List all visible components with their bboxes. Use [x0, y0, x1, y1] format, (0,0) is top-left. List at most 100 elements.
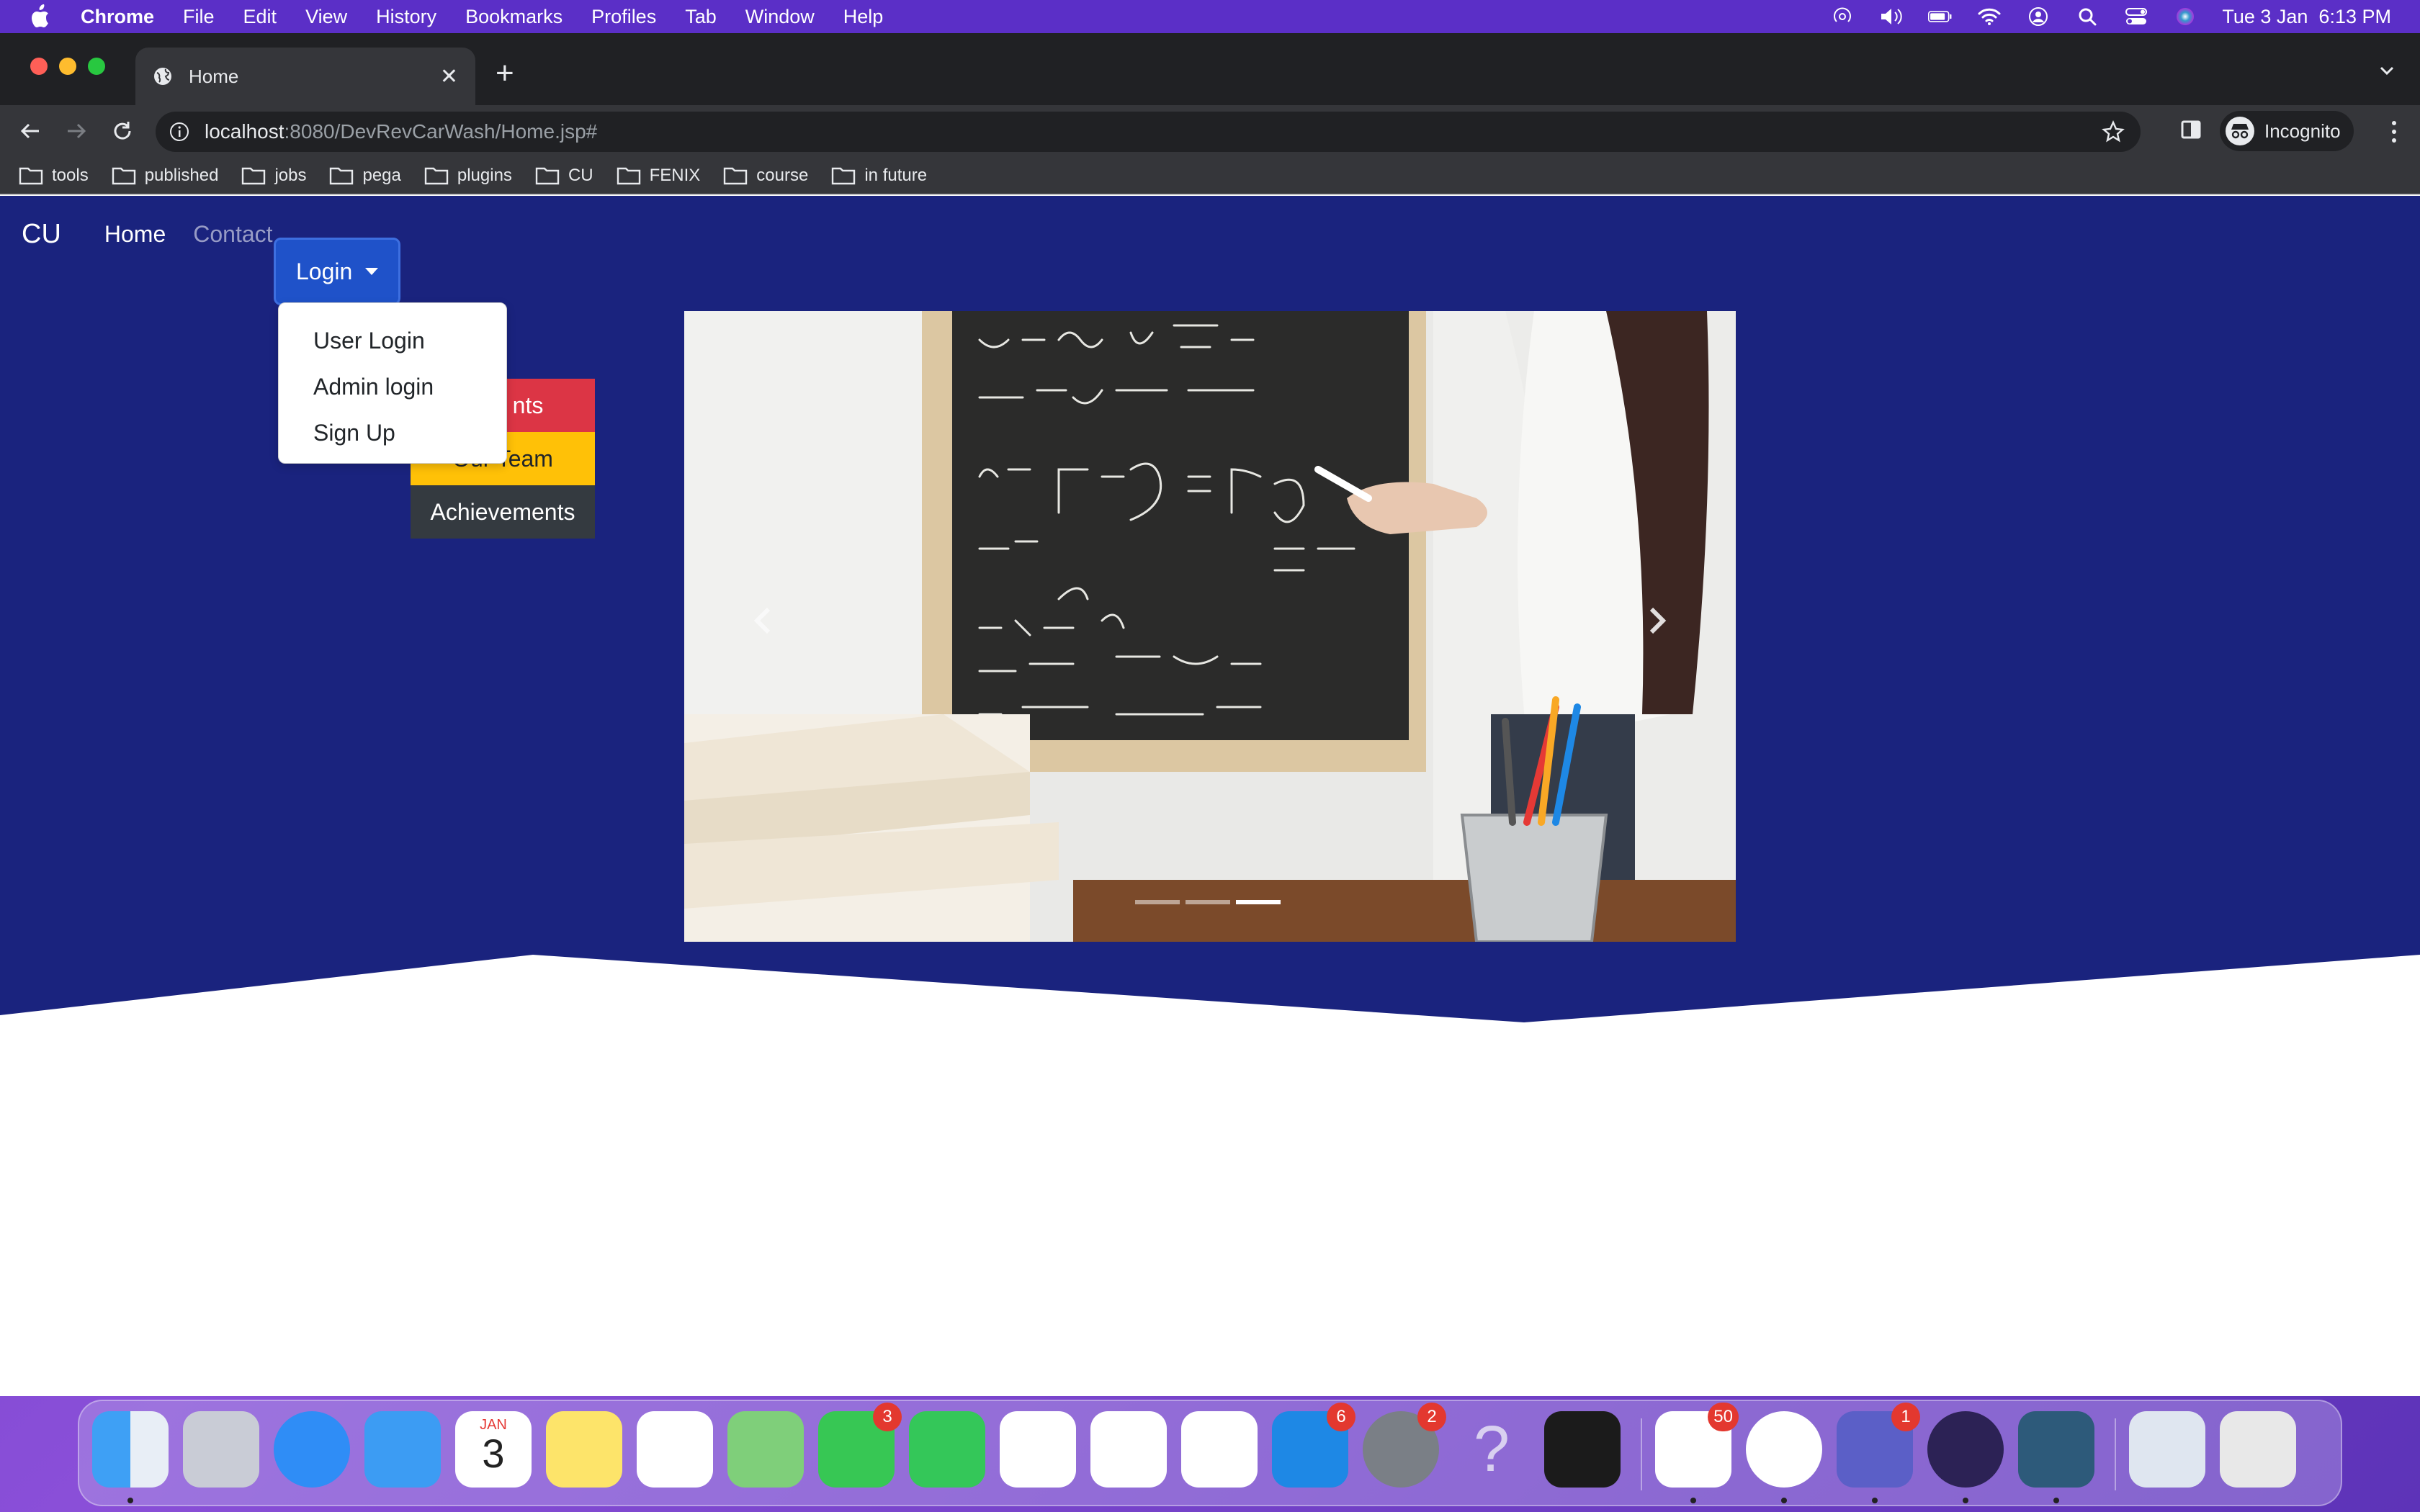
- bookmark-folder-in-future[interactable]: in future: [831, 166, 927, 186]
- menu-profiles[interactable]: Profiles: [591, 6, 656, 28]
- messages-icon[interactable]: 3: [818, 1403, 902, 1488]
- notes-icon[interactable]: [546, 1411, 622, 1488]
- slack-icon[interactable]: 50: [1655, 1403, 1739, 1503]
- bookmark-folder-pega[interactable]: pega: [329, 166, 401, 186]
- site-brand[interactable]: CU: [22, 219, 61, 250]
- quicktime-icon[interactable]: [1544, 1411, 1621, 1488]
- finder-icon[interactable]: [92, 1411, 169, 1503]
- volume-icon[interactable]: [1879, 6, 1904, 27]
- admin-login-item[interactable]: Admin login: [279, 364, 506, 410]
- bookmark-star-icon[interactable]: [2102, 120, 2125, 143]
- wifi-icon[interactable]: [1977, 6, 2002, 27]
- carousel-indicator-3-active[interactable]: [1236, 900, 1281, 904]
- menu-view[interactable]: View: [305, 6, 347, 28]
- nav-home-link[interactable]: Home: [96, 221, 174, 248]
- safari-icon[interactable]: [274, 1411, 350, 1488]
- address-bar[interactable]: localhost:8080/DevRevCarWash/Home.jsp#: [156, 112, 2141, 152]
- documents-stack-icon[interactable]: [2129, 1411, 2205, 1488]
- minimize-window-button[interactable]: [59, 58, 76, 75]
- sign-up-item[interactable]: Sign Up: [279, 410, 506, 456]
- forward-arrow-icon[interactable]: [62, 117, 91, 145]
- menu-edit[interactable]: Edit: [243, 6, 277, 28]
- maps-icon[interactable]: [727, 1411, 804, 1488]
- system-preferences-icon[interactable]: 2: [1363, 1403, 1446, 1488]
- tab-home[interactable]: Home ✕: [135, 48, 475, 105]
- chrome-icon[interactable]: [1746, 1411, 1822, 1503]
- battery-icon[interactable]: [1928, 6, 1953, 27]
- zoom-window-button[interactable]: [88, 58, 105, 75]
- menu-bookmarks[interactable]: Bookmarks: [465, 6, 563, 28]
- mail-icon[interactable]: [364, 1411, 441, 1488]
- facetime-icon[interactable]: [909, 1411, 985, 1488]
- keynote-icon[interactable]: [1181, 1411, 1258, 1488]
- carousel-slide-image: [684, 311, 1736, 942]
- carousel-previous-chevron-icon[interactable]: [742, 599, 785, 642]
- bookmark-folder-cu[interactable]: CU: [535, 166, 593, 186]
- app-store-icon[interactable]: 6: [1272, 1403, 1355, 1488]
- bookmark-folder-course[interactable]: course: [723, 166, 808, 186]
- menu-file[interactable]: File: [183, 6, 215, 28]
- bookmark-folder-tools[interactable]: tools: [19, 166, 89, 186]
- browser-window: Home ✕ + localhost:8080/DevRevCarWash/Ho…: [0, 33, 2420, 1396]
- achievements-button[interactable]: Achievements: [411, 485, 595, 539]
- back-arrow-icon[interactable]: [16, 117, 45, 145]
- spotlight-search-icon[interactable]: [2075, 6, 2099, 27]
- slack-badge: 50: [1708, 1403, 1739, 1431]
- bookmark-label: pega: [362, 166, 401, 185]
- user-account-icon[interactable]: [2026, 6, 2051, 27]
- tab-close-icon[interactable]: ✕: [440, 64, 458, 89]
- bookmark-folder-published[interactable]: published: [112, 166, 219, 186]
- running-indicator: [1963, 1498, 1968, 1503]
- new-tab-icon[interactable]: +: [496, 58, 514, 89]
- menubar-clock[interactable]: Tue 3 Jan 6:13 PM: [2222, 6, 2391, 28]
- numbers-icon[interactable]: [1090, 1411, 1167, 1488]
- menu-window[interactable]: Window: [745, 6, 815, 28]
- menu-tab[interactable]: Tab: [685, 6, 717, 28]
- site-info-icon[interactable]: [169, 121, 190, 143]
- launchpad-icon[interactable]: [183, 1411, 259, 1488]
- pages-icon[interactable]: [1000, 1411, 1076, 1488]
- airdrop-icon[interactable]: [1830, 6, 1855, 27]
- system-preferences-badge: 2: [1417, 1403, 1446, 1431]
- nav-login-dropdown-toggle[interactable]: Login: [274, 238, 400, 305]
- macos-menu-bar: Chrome File Edit View History Bookmarks …: [0, 0, 2420, 33]
- apple-icon[interactable]: [27, 4, 52, 29]
- menu-help[interactable]: Help: [843, 6, 884, 28]
- reload-icon[interactable]: [108, 117, 137, 145]
- calendar-icon[interactable]: JAN 3: [455, 1411, 532, 1488]
- teams-icon[interactable]: 1: [1837, 1403, 1920, 1503]
- more-menu-icon[interactable]: [2390, 120, 2398, 144]
- carousel-indicator-1[interactable]: [1135, 900, 1180, 904]
- close-window-button[interactable]: [30, 58, 48, 75]
- menu-app-name[interactable]: Chrome: [81, 6, 154, 28]
- bookmark-folder-plugins[interactable]: plugins: [424, 166, 512, 186]
- user-login-item[interactable]: User Login: [279, 318, 506, 364]
- running-indicator: [1872, 1498, 1878, 1503]
- help-question-icon[interactable]: ?: [1453, 1411, 1530, 1488]
- side-panel-icon[interactable]: [2179, 118, 2202, 141]
- events-button-label: nts: [512, 392, 544, 418]
- bookmark-label: in future: [864, 166, 928, 185]
- bookmark-folder-jobs[interactable]: jobs: [241, 166, 306, 186]
- trash-icon[interactable]: [2220, 1411, 2296, 1488]
- folder-icon: [19, 166, 43, 185]
- control-center-icon[interactable]: [2124, 6, 2148, 27]
- carousel-next-chevron-icon[interactable]: [1635, 599, 1678, 642]
- siri-icon[interactable]: [2173, 6, 2197, 27]
- carousel-indicator-2[interactable]: [1186, 900, 1230, 904]
- tab-strip: Home ✕ +: [0, 33, 2420, 105]
- eclipse-icon[interactable]: [1927, 1411, 2004, 1503]
- menu-history[interactable]: History: [376, 6, 436, 28]
- bookmark-label: plugins: [457, 166, 512, 185]
- tab-search-chevron-icon[interactable]: [2377, 60, 2397, 81]
- nav-contact-link[interactable]: Contact: [184, 221, 281, 248]
- folder-icon: [723, 166, 748, 185]
- bookmark-label: published: [144, 166, 219, 185]
- macos-dock: JAN 3 3 6 2 ? 50 1: [78, 1400, 2342, 1506]
- reminders-icon[interactable]: [637, 1411, 713, 1488]
- incognito-profile-button[interactable]: Incognito: [2220, 111, 2354, 151]
- mysql-workbench-icon[interactable]: [2018, 1411, 2094, 1503]
- bookmark-label: CU: [568, 166, 593, 185]
- bookmark-folder-fenix[interactable]: FENIX: [617, 166, 700, 186]
- bookmarks-bar: tools published jobs pega plugins CU FEN…: [0, 158, 2420, 194]
